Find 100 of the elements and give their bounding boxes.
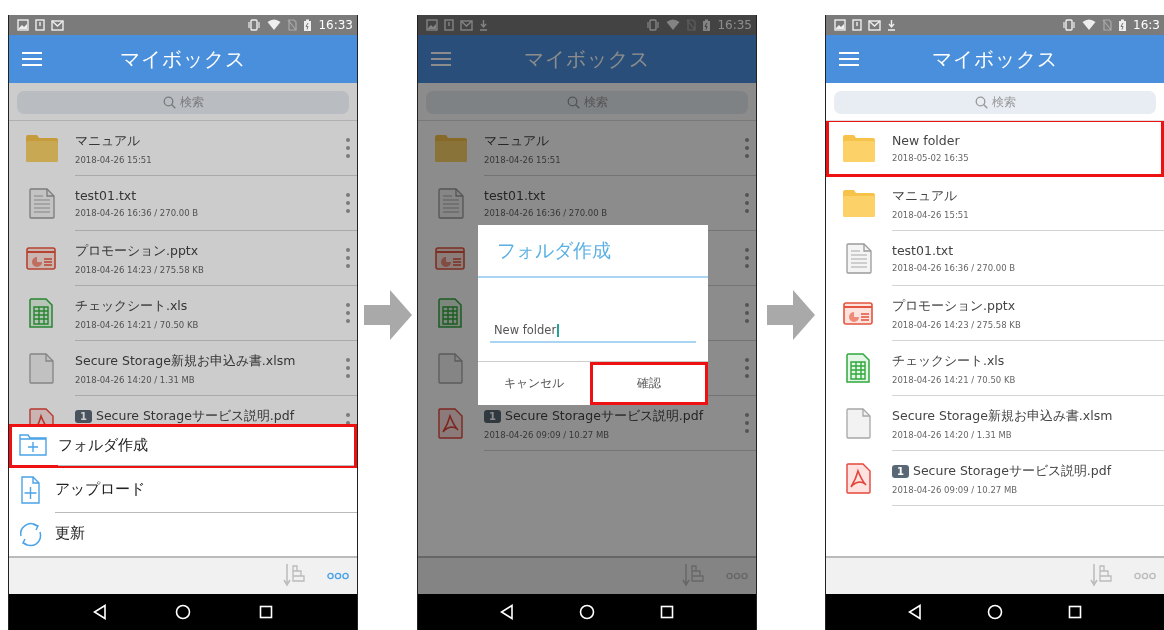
file-date: 2018-04-26 09:09 / 10.27 MB (892, 485, 1019, 495)
file-date: 2018-04-26 09:09 / 10.27 MB (484, 430, 611, 440)
file-name: チェックシート.xls (892, 353, 1005, 370)
more-options-icon[interactable] (345, 247, 351, 269)
more-options-icon[interactable] (744, 137, 750, 159)
battery-icon (702, 18, 712, 32)
app-title: マイボックス (120, 45, 246, 73)
file-name: Secure Storageサービス説明.pdf (912, 463, 1112, 480)
file-date: 2018-04-26 15:51 (75, 155, 153, 165)
more-options-icon[interactable] (744, 192, 750, 214)
dialog-button[interactable]: 確認 (590, 362, 708, 405)
folder-icon (434, 133, 468, 164)
file-name: test01.txt (484, 188, 546, 203)
file-name: test01.txt (75, 188, 137, 203)
file-date: 2018-04-26 15:51 (892, 210, 970, 220)
more-icon[interactable] (726, 572, 748, 580)
wifi-icon (1082, 19, 1097, 31)
battery-icon (1118, 18, 1128, 32)
comment-badge: 1 (484, 410, 501, 423)
more-options-icon[interactable] (744, 412, 750, 434)
status-time: 16:3 (1133, 18, 1160, 32)
menu-item[interactable]: フォルダ作成 (9, 424, 357, 468)
file-name: Secure Storage新規お申込み書.xlsm (75, 353, 296, 370)
search-icon (974, 96, 988, 109)
home-icon[interactable] (175, 604, 191, 620)
file-name: マニュアル (892, 188, 957, 205)
comment-badge: 1 (75, 410, 92, 423)
file-name: Secure Storage新規お申込み書.xlsm (892, 408, 1113, 425)
file-name: マニュアル (75, 133, 140, 150)
file-date: 2018-04-26 14:23 / 275.58 KB (892, 320, 1022, 330)
no-sim-icon (686, 19, 697, 31)
menu-item[interactable]: 更新 (9, 512, 357, 556)
folder-icon (842, 188, 876, 219)
arrow-icon (363, 290, 412, 340)
no-sim-icon (1102, 19, 1113, 31)
more-icon[interactable] (327, 572, 349, 580)
file-date: 2018-04-26 14:20 / 1.31 MB (75, 375, 196, 385)
mail-icon (51, 19, 64, 31)
home-icon[interactable] (987, 604, 1003, 620)
dialog-title: フォルダ作成 (478, 225, 708, 278)
menu-item[interactable]: アップロード (9, 468, 357, 512)
file-name: プロモーション.pptx (892, 298, 1016, 315)
file-date: 2018-04-26 14:21 / 70.50 KB (75, 320, 200, 330)
image-icon (17, 19, 29, 31)
more-icon[interactable] (1134, 572, 1156, 580)
file-date: 2018-04-26 14:20 / 1.31 MB (892, 430, 1013, 440)
wifi-icon (666, 19, 681, 31)
image-icon (426, 19, 438, 31)
more-options-icon[interactable] (744, 247, 750, 269)
menu-icon[interactable] (430, 51, 452, 67)
image-icon (834, 19, 846, 31)
status-time: 16:33 (318, 18, 353, 32)
sort-icon[interactable] (1090, 563, 1112, 589)
file-name: test01.txt (892, 243, 954, 258)
more-options-icon[interactable] (345, 137, 351, 159)
file-name: Secure Storageサービス説明.pdf (504, 408, 704, 425)
file-name: New folder (892, 133, 960, 148)
arrow-icon (767, 290, 815, 340)
file-date: 2018-04-26 15:51 (484, 155, 562, 165)
mail-icon (460, 19, 473, 31)
more-options-icon[interactable] (345, 302, 351, 324)
more-options-icon[interactable] (345, 192, 351, 214)
file-date: 2018-04-26 14:21 / 70.50 KB (892, 375, 1017, 385)
more-options-icon[interactable] (744, 302, 750, 324)
sd-card-icon (35, 19, 45, 31)
file-name: Secure Storageサービス説明.pdf (95, 408, 295, 424)
file-date: 2018-04-26 14:23 / 275.58 KB (75, 265, 205, 275)
search-icon (162, 96, 176, 109)
vibrate-icon (646, 19, 661, 31)
text-field[interactable]: New folder (490, 323, 696, 343)
sd-card-icon (444, 19, 454, 31)
file-date: 2018-05-02 16:35 (892, 153, 970, 163)
app-title: マイボックス (932, 45, 1058, 73)
file-name: チェックシート.xls (75, 298, 188, 315)
menu-icon[interactable] (21, 51, 43, 67)
file-name: マニュアル (484, 133, 549, 150)
file-date: 2018-04-26 16:36 / 270.00 B (75, 208, 200, 218)
home-icon[interactable] (579, 604, 595, 620)
back-icon[interactable] (908, 604, 923, 620)
more-options-icon[interactable] (744, 357, 750, 379)
status-time: 16:35 (717, 18, 752, 32)
back-icon[interactable] (500, 604, 515, 620)
sort-icon[interactable] (682, 563, 704, 589)
comment-badge: 1 (892, 465, 909, 478)
back-icon[interactable] (93, 604, 107, 620)
recents-icon[interactable] (659, 605, 674, 619)
recents-icon[interactable] (259, 605, 273, 619)
more-options-icon[interactable] (345, 357, 351, 379)
app-title: マイボックス (524, 45, 650, 73)
folder-icon (25, 133, 59, 164)
folder-icon (842, 133, 876, 164)
file-name: プロモーション.pptx (75, 243, 199, 260)
sort-icon[interactable] (283, 563, 305, 589)
no-sim-icon (287, 19, 298, 31)
file-date: 2018-04-26 16:36 / 270.00 B (484, 208, 609, 218)
recents-icon[interactable] (1067, 605, 1082, 619)
vibrate-icon (247, 19, 262, 31)
menu-icon[interactable] (838, 51, 860, 67)
file-date: 2018-04-26 16:36 / 270.00 B (892, 263, 1017, 273)
mail-icon (868, 19, 881, 31)
